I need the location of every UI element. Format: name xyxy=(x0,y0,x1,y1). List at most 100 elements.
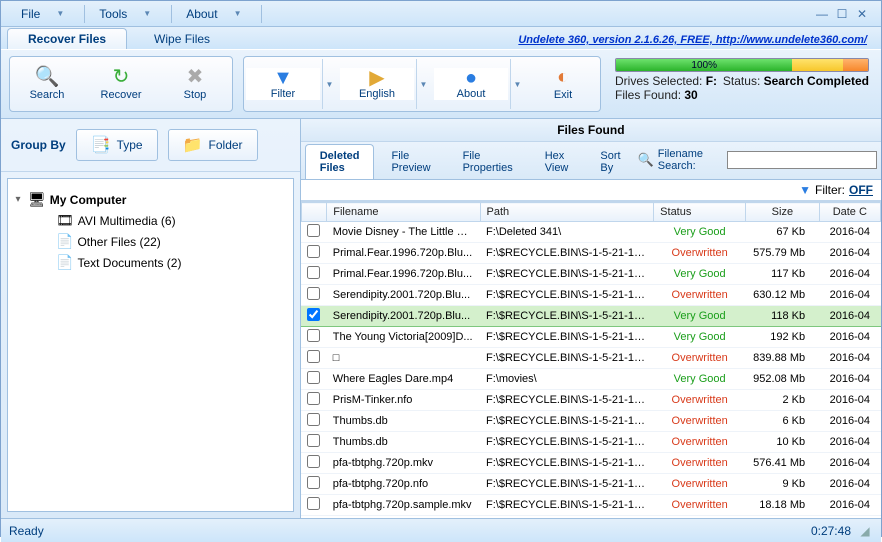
cell-date: 2016-04 xyxy=(819,264,880,285)
stop-button[interactable]: ✖Stop xyxy=(160,59,230,109)
minimize-button[interactable]: — xyxy=(813,6,831,22)
menubar: File▼ Tools▼ About▼ — ☐ ✕ xyxy=(1,1,881,27)
cell-date: 2016-04 xyxy=(819,285,880,306)
table-row[interactable]: pfa-tbtphg.720p.mkvF:\$RECYCLE.BIN\S-1-5… xyxy=(301,453,880,474)
filter-icon: ▼ xyxy=(799,183,811,197)
tab-recover-files[interactable]: Recover Files xyxy=(7,28,127,49)
tree-node-label: Text Documents (2) xyxy=(77,256,181,270)
view-tabs: Deleted Files File Preview File Properti… xyxy=(301,142,881,180)
menu-tools[interactable]: Tools▼ xyxy=(89,5,167,23)
table-row[interactable]: Serendipity.2001.720p.Blu...F:\$RECYCLE.… xyxy=(301,285,880,306)
about-icon: ● xyxy=(465,68,477,88)
table-row[interactable]: pfa-tbtphg.720p.nfoF:\$RECYCLE.BIN\S-1-5… xyxy=(301,474,880,495)
search-icon: 🔍 xyxy=(638,152,654,168)
tab-deleted-files[interactable]: Deleted Files xyxy=(305,144,375,179)
resize-grip-icon[interactable]: ◢ xyxy=(857,524,873,538)
file-type-icon: 🎞 xyxy=(56,212,74,229)
cell-status: Overwritten xyxy=(654,432,746,453)
language-button[interactable]: ▶English▼ xyxy=(340,59,430,109)
tab-sort-by[interactable]: Sort By xyxy=(585,144,635,179)
tree-node[interactable]: 🎞AVI Multimedia (6) xyxy=(40,210,289,231)
chevron-down-icon[interactable]: ▼ xyxy=(510,59,524,109)
recover-button[interactable]: ↻Recover xyxy=(86,59,156,109)
col-filename[interactable]: Filename xyxy=(327,203,480,222)
cell-path: F:\$RECYCLE.BIN\S-1-5-21-1418... xyxy=(480,390,654,411)
row-checkbox[interactable] xyxy=(307,329,320,342)
col-path[interactable]: Path xyxy=(480,203,654,222)
cell-date: 2016-04 xyxy=(819,222,880,243)
table-row[interactable]: Where Eagles Dare.mp4F:\movies\Very Good… xyxy=(301,369,880,390)
row-checkbox[interactable] xyxy=(307,476,320,489)
row-checkbox[interactable] xyxy=(307,455,320,468)
table-row[interactable]: Thumbs.dbF:\$RECYCLE.BIN\S-1-5-21-1418..… xyxy=(301,432,880,453)
row-checkbox[interactable] xyxy=(307,245,320,258)
close-button[interactable]: ✕ xyxy=(853,6,871,22)
version-link[interactable]: Undelete 360, version 2.1.6.26, FREE, ht… xyxy=(518,34,875,49)
row-checkbox[interactable] xyxy=(307,287,320,300)
chevron-down-icon: ▼ xyxy=(234,9,242,18)
cell-status: Very Good xyxy=(654,306,746,327)
row-checkbox[interactable] xyxy=(307,350,320,363)
exit-button[interactable]: ◐Exit xyxy=(528,59,598,109)
search-button[interactable]: 🔍Search xyxy=(12,59,82,109)
tree-node[interactable]: 📄Other Files (22) xyxy=(40,231,289,252)
table-row[interactable]: Thumbs.dbF:\$RECYCLE.BIN\S-1-5-21-1418..… xyxy=(301,411,880,432)
table-row[interactable]: The Young Victoria[2009]D...F:\$RECYCLE.… xyxy=(301,327,880,348)
group-by-type-button[interactable]: 📑Type xyxy=(76,129,158,161)
row-checkbox[interactable] xyxy=(307,371,320,384)
tab-hex-view[interactable]: Hex View xyxy=(530,144,584,179)
chevron-down-icon[interactable]: ▼ xyxy=(322,59,336,109)
cell-date: 2016-04 xyxy=(819,411,880,432)
menu-file[interactable]: File▼ xyxy=(11,5,80,23)
row-checkbox[interactable] xyxy=(307,266,320,279)
table-row[interactable]: Serendipity.2001.720p.Blu...F:\$RECYCLE.… xyxy=(301,306,880,327)
cell-size: 10 Kb xyxy=(746,432,820,453)
cell-size: 117 Kb xyxy=(746,264,820,285)
tab-file-preview[interactable]: File Preview xyxy=(376,144,445,179)
cell-status: Overwritten xyxy=(654,453,746,474)
cell-status: Overwritten xyxy=(654,474,746,495)
flag-icon: ▶ xyxy=(369,68,384,88)
cell-path: F:\movies\ xyxy=(480,369,654,390)
filter-toggle[interactable]: OFF xyxy=(849,183,873,197)
row-checkbox[interactable] xyxy=(307,224,320,237)
col-checkbox[interactable] xyxy=(301,203,327,222)
cell-path: F:\$RECYCLE.BIN\S-1-5-21-1418... xyxy=(480,495,654,516)
col-status[interactable]: Status xyxy=(654,203,746,222)
main-header: Files Found xyxy=(301,119,881,142)
tab-wipe-files[interactable]: Wipe Files xyxy=(133,28,231,49)
row-checkbox[interactable] xyxy=(307,413,320,426)
group-by-folder-button[interactable]: 📁Folder xyxy=(168,129,258,161)
files-found-value: 30 xyxy=(684,88,697,102)
table-row[interactable]: pfa-tbtphg.720p.sample.mkvF:\$RECYCLE.BI… xyxy=(301,495,880,516)
table-row[interactable]: Primal.Fear.1996.720p.Blu...F:\$RECYCLE.… xyxy=(301,264,880,285)
table-row[interactable]: Movie Disney - The Little M...F:\Deleted… xyxy=(301,222,880,243)
cell-date: 2016-04 xyxy=(819,306,880,327)
row-checkbox[interactable] xyxy=(307,497,320,510)
maximize-button[interactable]: ☐ xyxy=(833,6,851,22)
col-size[interactable]: Size xyxy=(746,203,820,222)
tree-root[interactable]: ▾ 🖥 My Computer xyxy=(12,189,289,210)
about-button[interactable]: ●About▼ xyxy=(434,59,524,109)
row-checkbox[interactable] xyxy=(307,308,320,321)
row-checkbox[interactable] xyxy=(307,392,320,405)
menu-about[interactable]: About▼ xyxy=(176,5,257,23)
tree-node[interactable]: 📄Text Documents (2) xyxy=(40,252,289,273)
row-checkbox[interactable] xyxy=(307,434,320,447)
cell-filename: Primal.Fear.1996.720p.Blu... xyxy=(327,264,480,285)
table-row[interactable]: PrisM-Tinker.nfoF:\$RECYCLE.BIN\S-1-5-21… xyxy=(301,390,880,411)
chevron-down-icon[interactable]: ▼ xyxy=(416,59,430,109)
file-table-wrap[interactable]: Filename Path Status Size Date C Movie D… xyxy=(301,201,881,518)
cell-path: F:\$RECYCLE.BIN\S-1-5-21-1418... xyxy=(480,243,654,264)
tab-file-properties[interactable]: File Properties xyxy=(448,144,528,179)
table-row[interactable]: Primal.Fear.1996.720p.Blu...F:\$RECYCLE.… xyxy=(301,243,880,264)
search-icon: 🔍 xyxy=(35,67,60,87)
cell-filename: pfa-tbtphg.720p.mkv xyxy=(327,453,480,474)
table-row[interactable]: Thumbs.dbF:\$RECYCLE.BIN\S-1-5-21-1418..… xyxy=(301,516,880,519)
cell-filename: Serendipity.2001.720p.Blu... xyxy=(327,285,480,306)
col-date[interactable]: Date C xyxy=(819,203,880,222)
table-row[interactable]: □F:\$RECYCLE.BIN\S-1-5-21-1418...Overwri… xyxy=(301,348,880,369)
filename-search-input[interactable] xyxy=(727,151,877,169)
filter-button[interactable]: ▼Filter▼ xyxy=(246,59,336,109)
collapse-icon[interactable]: ▾ xyxy=(12,194,24,205)
